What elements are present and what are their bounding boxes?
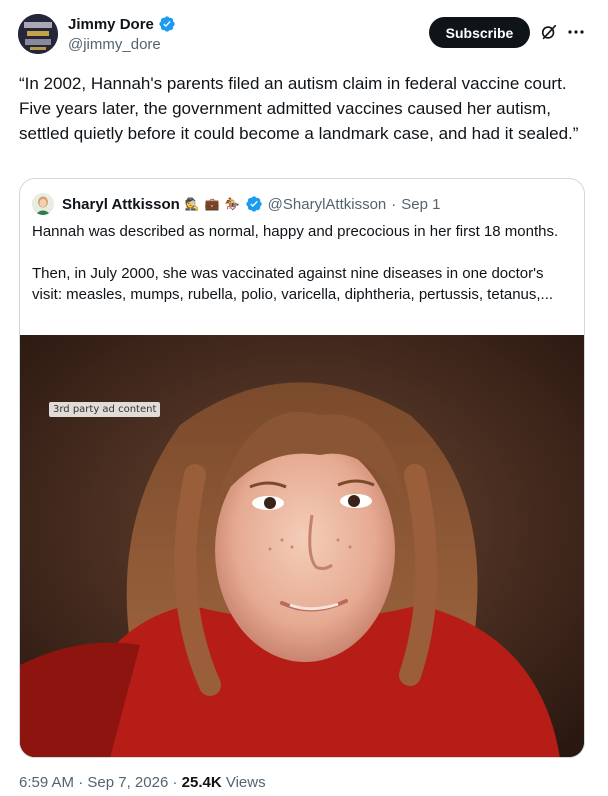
quote-avatar[interactable] xyxy=(32,193,54,215)
separator-dot: · xyxy=(391,195,397,213)
quote-paragraph: Hannah was described as normal, happy an… xyxy=(32,223,559,240)
quote-media-photo[interactable]: 3rd party ad content xyxy=(20,335,584,757)
quote-header: Sharyl Attkisson 🕵 💼 🏇 @SharylAttkisson … xyxy=(32,193,440,215)
verified-badge-icon xyxy=(159,16,175,32)
quote-text: Hannah was described as normal, happy an… xyxy=(32,221,572,305)
views-count: 25.4K xyxy=(181,774,222,791)
quote-paragraph: Then, in July 2000, she was vaccinated a… xyxy=(32,265,554,303)
verified-badge-icon xyxy=(246,196,262,212)
quote-tweet-card[interactable]: Sharyl Attkisson 🕵 💼 🏇 @SharylAttkisson … xyxy=(19,178,585,758)
more-dots-icon[interactable] xyxy=(566,22,586,42)
post-time[interactable]: 6:59 AM xyxy=(19,774,74,791)
separator-dot: · xyxy=(78,774,84,791)
author-handle[interactable]: @jimmy_dore xyxy=(68,36,176,53)
subscribe-button[interactable]: Subscribe xyxy=(429,17,530,48)
grok-slash-icon[interactable] xyxy=(540,23,558,41)
briefcase-emoji: 💼 xyxy=(204,197,220,211)
tweet-text: “In 2002, Hannah's parents filed an auti… xyxy=(19,74,579,143)
quote-author-name[interactable]: Sharyl Attkisson xyxy=(62,196,180,213)
detective-emoji: 🕵 xyxy=(184,197,200,211)
post: Jimmy Dore @jimmy_dore Subscribe “In 200… xyxy=(0,0,608,796)
views-label: Views xyxy=(225,774,266,791)
post-date[interactable]: Sep 7, 2026 xyxy=(87,774,168,791)
third-party-ad-label: 3rd party ad content xyxy=(49,402,161,417)
horse-racing-emoji: 🏇 xyxy=(224,197,240,211)
post-meta: 6:59 AM · Sep 7, 2026 · 25.4K Views xyxy=(19,774,266,791)
author-name[interactable]: Jimmy Dore xyxy=(68,16,154,33)
quote-author-handle[interactable]: @SharylAttkisson xyxy=(268,196,387,213)
author-avatar[interactable] xyxy=(18,14,58,54)
author-block: Jimmy Dore @jimmy_dore xyxy=(68,15,176,53)
quote-date[interactable]: Sep 1 xyxy=(401,196,440,213)
separator-dot: · xyxy=(172,774,178,791)
